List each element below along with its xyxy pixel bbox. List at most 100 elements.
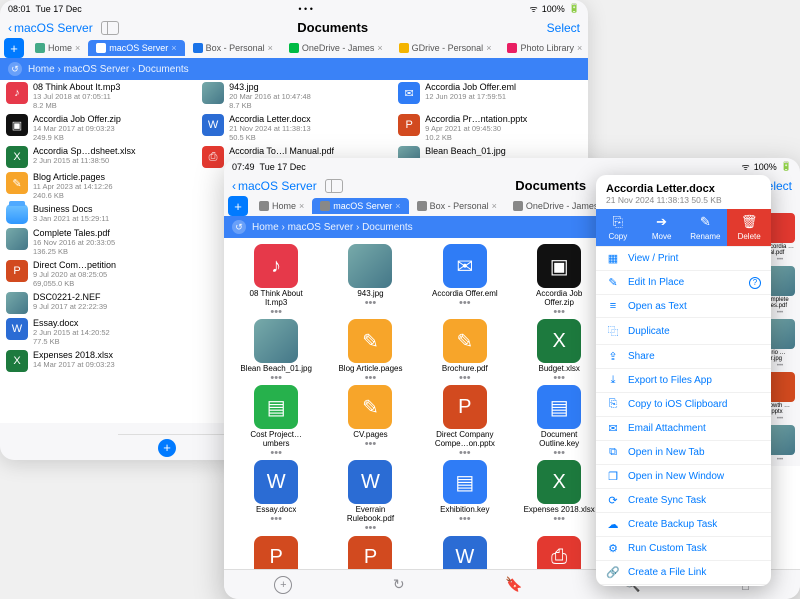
- grid-item[interactable]: ▤Cost Project…umbers•••: [230, 385, 322, 456]
- list-item[interactable]: XAccordia Sp…dsheet.xlsx2 Jun 2015 at 11…: [6, 146, 196, 168]
- list-item[interactable]: WAccordia Letter.docx21 Nov 2024 at 11:3…: [202, 114, 392, 142]
- grid-item[interactable]: ▤Document Outline.key•••: [513, 385, 605, 456]
- list-item[interactable]: 943.jpg20 Mar 2016 at 10:47:488.7 KB: [202, 82, 392, 110]
- ctx-menu-item[interactable]: ✎Edit In Place?: [596, 270, 771, 294]
- more-icon[interactable]: •••: [459, 451, 471, 457]
- more-icon[interactable]: •••: [270, 376, 282, 382]
- grid-item[interactable]: ✎CV.pages•••: [324, 385, 416, 456]
- ctx-action-delete[interactable]: 🗑Delete: [727, 209, 771, 246]
- grid-item[interactable]: ▤Exhibition.key•••: [419, 460, 511, 531]
- list-item[interactable]: XExpenses 2018.xlsx14 Mar 2017 at 09:03:…: [6, 350, 196, 372]
- ctx-menu-item[interactable]: ❐Open in New Window: [596, 464, 771, 488]
- tab[interactable]: Box - Personal×: [185, 40, 281, 56]
- more-icon[interactable]: •••: [777, 363, 783, 369]
- grid-item[interactable]: WEssay.docx•••: [230, 460, 322, 531]
- more-icon[interactable]: •••: [777, 416, 783, 422]
- breadcrumb-item[interactable]: macOS Server: [288, 222, 354, 233]
- ctx-menu-item[interactable]: ⧉Open in New Tab: [596, 440, 771, 464]
- ctx-menu-item[interactable]: ⟳Create Sync Task: [596, 488, 771, 512]
- tab[interactable]: macOS Server×: [88, 40, 184, 56]
- help-icon[interactable]: ?: [749, 277, 761, 289]
- close-icon[interactable]: ×: [171, 43, 176, 53]
- list-item[interactable]: WEssay.docx2 Jun 2015 at 14:20:5277.5 KB: [6, 318, 196, 346]
- list-item[interactable]: ▣Accordia Job Offer.zip14 Mar 2017 at 09…: [6, 114, 196, 142]
- ctx-menu-item[interactable]: ✉Email Attachment: [596, 416, 771, 440]
- breadcrumb-item[interactable]: Documents: [362, 222, 413, 233]
- more-icon[interactable]: •••: [777, 457, 783, 463]
- ctx-menu-item[interactable]: ⎘Copy to iOS Clipboard: [596, 392, 771, 416]
- ctx-menu-item[interactable]: ≡Open as Text: [596, 294, 771, 317]
- more-icon[interactable]: •••: [365, 442, 377, 448]
- back-button[interactable]: ‹macOS Server: [8, 21, 93, 35]
- list-item[interactable]: PAccordia Pr…ntation.pptx9 Apr 2021 at 0…: [398, 114, 588, 142]
- more-icon[interactable]: •••: [365, 526, 377, 532]
- list-item[interactable]: Business Docs3 Jan 2021 at 15:29:11: [6, 204, 196, 224]
- list-item[interactable]: ✎Blog Article.pages11 Apr 2023 at 14:12:…: [6, 172, 196, 200]
- refresh-icon[interactable]: ↻: [393, 576, 405, 593]
- ctx-menu-item[interactable]: ⚙Run Custom Task: [596, 536, 771, 560]
- grid-item[interactable]: XBudget.xlsx•••: [513, 319, 605, 381]
- list-item[interactable]: Complete Tales.pdf16 Nov 2016 at 20:33:0…: [6, 228, 196, 256]
- list-item[interactable]: PDirect Com…petition9 Jul 2020 at 08:25:…: [6, 260, 196, 288]
- view-toggle-icon[interactable]: [101, 21, 119, 35]
- close-icon[interactable]: ×: [395, 201, 400, 211]
- more-icon[interactable]: •••: [553, 310, 565, 316]
- ctx-action-rename[interactable]: ✎Rename: [684, 209, 728, 246]
- list-item[interactable]: ♪08 Think About It.mp313 Jul 2018 at 07:…: [6, 82, 196, 110]
- more-icon[interactable]: •••: [553, 376, 565, 382]
- more-icon[interactable]: •••: [553, 517, 565, 523]
- grid-item[interactable]: WEverrain Rulebook.pdf•••: [324, 460, 416, 531]
- tab[interactable]: Photo Library×: [499, 40, 588, 56]
- more-icon[interactable]: •••: [777, 257, 783, 263]
- breadcrumb-item[interactable]: Home: [252, 222, 279, 233]
- ctx-menu-item[interactable]: ☁Create Backup Task: [596, 512, 771, 536]
- more-icon[interactable]: •••: [777, 310, 783, 316]
- add-button[interactable]: +: [158, 439, 176, 457]
- breadcrumb-item[interactable]: Home: [28, 64, 55, 75]
- new-tab-button[interactable]: +: [228, 196, 248, 216]
- history-icon[interactable]: ↺: [8, 62, 22, 76]
- view-toggle-icon[interactable]: [325, 179, 343, 193]
- ctx-menu-item[interactable]: ⿻Duplicate: [596, 317, 771, 344]
- close-icon[interactable]: ×: [486, 43, 491, 53]
- more-icon[interactable]: •••: [459, 376, 471, 382]
- more-icon[interactable]: •••: [270, 517, 282, 523]
- close-icon[interactable]: ×: [268, 43, 273, 53]
- ctx-menu-item[interactable]: ⤓Export to Files App: [596, 368, 771, 392]
- tab[interactable]: Home×: [27, 40, 88, 56]
- grid-item[interactable]: ▣Accordia Job Offer.zip•••: [513, 244, 605, 315]
- grid-item[interactable]: ✎Brochure.pdf•••: [419, 319, 511, 381]
- list-item[interactable]: DSC0221-2.NEF9 Jul 2017 at 22:22:39: [6, 292, 196, 314]
- ctx-menu-item[interactable]: ◯Add Voice Shortcut: [596, 584, 771, 586]
- grid-item[interactable]: PDirect Company Compe…on.pptx•••: [419, 385, 511, 456]
- grid-item[interactable]: ✉Accordia Offer.eml•••: [419, 244, 511, 315]
- ctx-action-move[interactable]: ➔Move: [640, 209, 684, 246]
- grid-item[interactable]: XExpenses 2018.xlsx•••: [513, 460, 605, 531]
- close-icon[interactable]: ×: [492, 201, 497, 211]
- tab[interactable]: GDrive - Personal×: [391, 40, 500, 56]
- ctx-menu-item[interactable]: ⇪Share: [596, 344, 771, 368]
- tab[interactable]: Box - Personal×: [409, 198, 505, 214]
- history-icon[interactable]: ↺: [232, 220, 246, 234]
- ctx-action-copy[interactable]: ⎘Copy: [596, 209, 640, 246]
- grid-item[interactable]: Blean Beach_01.jpg•••: [230, 319, 322, 381]
- ctx-menu-item[interactable]: 🔗Create a File Link: [596, 560, 771, 584]
- ctx-menu-item[interactable]: ▦View / Print: [596, 246, 771, 270]
- tab[interactable]: Home×: [251, 198, 312, 214]
- more-icon[interactable]: •••: [459, 301, 471, 307]
- more-icon[interactable]: •••: [365, 376, 377, 382]
- list-item[interactable]: ✉Accordia Job Offer.eml12 Jun 2019 at 17…: [398, 82, 588, 110]
- more-icon[interactable]: •••: [270, 451, 282, 457]
- more-icon[interactable]: •••: [553, 451, 565, 457]
- back-button[interactable]: ‹macOS Server: [232, 179, 317, 193]
- more-icon[interactable]: •••: [459, 517, 471, 523]
- close-icon[interactable]: ×: [75, 43, 80, 53]
- close-icon[interactable]: ×: [577, 43, 582, 53]
- more-icon[interactable]: •••: [365, 301, 377, 307]
- breadcrumb-item[interactable]: macOS Server: [64, 64, 130, 75]
- new-tab-button[interactable]: +: [4, 38, 24, 58]
- grid-item[interactable]: ♪08 Think About It.mp3•••: [230, 244, 322, 315]
- more-icon[interactable]: •••: [270, 310, 282, 316]
- grid-item[interactable]: 943.jpg•••: [324, 244, 416, 315]
- tab[interactable]: OneDrive - James×: [281, 40, 391, 56]
